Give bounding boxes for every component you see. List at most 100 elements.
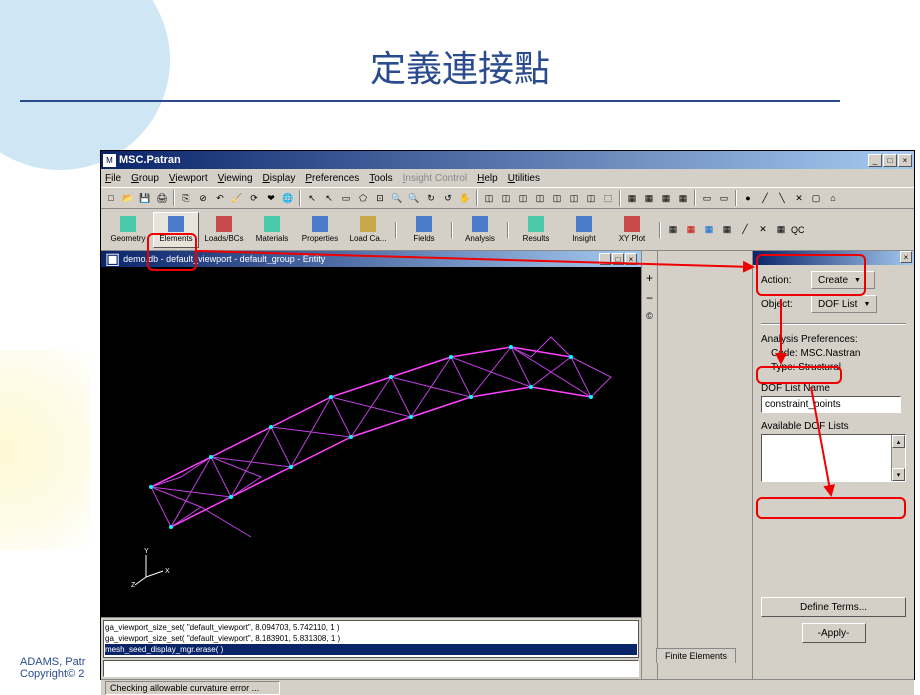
zoom-in-button[interactable]: + [646,271,653,285]
tb-refresh-icon[interactable]: ⟳ [246,190,262,206]
tb-label2-icon[interactable]: ▭ [716,190,732,206]
tb-new-icon[interactable]: □ [103,190,119,206]
xyplot-button[interactable]: XY Plot [609,212,655,248]
close-button[interactable]: × [898,154,912,167]
tb-view7-icon[interactable]: ◫ [583,190,599,206]
tb-wireframe-icon[interactable]: ▦ [624,190,640,206]
tb-home-icon[interactable]: ⌂ [825,190,841,206]
prefs-code: Code: MSC.Nastran [761,347,906,361]
tb-view5-icon[interactable]: ◫ [549,190,565,206]
tb-open-icon[interactable]: 📂 [120,190,136,206]
tb-copy-icon[interactable]: ⎘ [178,190,194,206]
tb-shade2-icon[interactable]: ▦ [675,190,691,206]
tb-cursor-icon[interactable]: ↖ [304,190,320,206]
menu-preferences[interactable]: Preferences [305,173,359,184]
tb-print-icon[interactable]: 🖨 [154,190,170,206]
tb-point-icon[interactable]: ● [740,190,756,206]
menu-display[interactable]: Display [263,173,296,184]
tb-shade-icon[interactable]: ▦ [658,190,674,206]
status-text: Checking allowable curvature error ... [105,681,280,695]
app-window: M MSC.Patran _ □ × File Group Viewport V… [100,150,915,680]
tb-broom-icon[interactable]: 🧹 [229,190,245,206]
tb-heart-icon[interactable]: ❤ [263,190,279,206]
empty-panel-area [657,251,752,679]
tb-label-icon[interactable]: ▭ [699,190,715,206]
tb-undo-icon[interactable]: ↶ [212,190,228,206]
tb-view6-icon[interactable]: ◫ [566,190,582,206]
tb-rotate2-icon[interactable]: ↺ [440,190,456,206]
tb-abort-icon[interactable]: ⊘ [195,190,211,206]
tb-x-icon[interactable]: ✕ [791,190,807,206]
command-input[interactable] [103,660,639,677]
tb-zoomin-icon[interactable]: 🔍 [389,190,405,206]
command-history[interactable]: ga_viewport_size_set( "default_viewport"… [103,620,639,658]
tb-view3-icon[interactable]: ◫ [515,190,531,206]
viewport-canvas[interactable]: X Y Z [101,267,641,617]
tb-line-icon[interactable]: ╱ [757,190,773,206]
tb-globe-icon[interactable]: 🌐 [280,190,296,206]
tb-mesh3-icon[interactable]: ▦ [701,222,717,238]
vp-minimize-button[interactable]: _ [599,253,611,265]
tb-surf-icon[interactable]: ▢ [808,190,824,206]
qc-label: QC [791,225,805,235]
maximize-button[interactable]: □ [883,154,897,167]
zoom-fit-icon[interactable]: © [646,311,653,321]
scroll-up-icon[interactable]: ▴ [892,435,905,448]
tb-hidden-icon[interactable]: ▦ [641,190,657,206]
loadcases-button[interactable]: Load Ca... [345,212,391,248]
tb-view4-icon[interactable]: ◫ [532,190,548,206]
tb-iso-icon[interactable]: ⬚ [600,190,616,206]
minimize-button[interactable]: _ [868,154,882,167]
menu-help[interactable]: Help [477,173,498,184]
scroll-down-icon[interactable]: ▾ [892,468,905,481]
tb-line2-icon[interactable]: ╲ [774,190,790,206]
panel-close-button[interactable]: × [900,251,912,263]
properties-button[interactable]: Properties [297,212,343,248]
insight-button[interactable]: Insight [561,212,607,248]
define-terms-button[interactable]: Define Terms... [761,597,906,617]
available-lists-box[interactable]: ▴ ▾ [761,434,906,482]
zoom-out-button[interactable]: − [646,291,653,305]
menu-group[interactable]: Group [131,173,159,184]
fields-button[interactable]: Fields [401,212,447,248]
tb-view2-icon[interactable]: ◫ [498,190,514,206]
apply-button[interactable]: -Apply- [802,623,866,643]
menu-file[interactable]: File [105,173,121,184]
menu-viewing[interactable]: Viewing [218,173,253,184]
menu-tools[interactable]: Tools [369,173,392,184]
object-dropdown[interactable]: DOF List [811,295,877,313]
tb-mesh4-icon[interactable]: ▦ [719,222,735,238]
menu-viewport[interactable]: Viewport [169,173,208,184]
finite-elements-tab[interactable]: Finite Elements [656,648,736,663]
tb-rect-icon[interactable]: ▭ [338,190,354,206]
tb-mesh7-icon[interactable]: ▦ [773,222,789,238]
tb-mesh5-icon[interactable]: ╱ [737,222,753,238]
tb-mesh6-icon[interactable]: ✕ [755,222,771,238]
zoom-controls: + − © [641,251,657,679]
tb-rotate-icon[interactable]: ↻ [423,190,439,206]
materials-button[interactable]: Materials [249,212,295,248]
tb-poly-icon[interactable]: ⬠ [355,190,371,206]
geometry-button[interactable]: Geometry [105,212,151,248]
app-title: MSC.Patran [119,154,868,166]
tb-mesh2-icon[interactable]: ▦ [683,222,699,238]
tb-zoomfit-icon[interactable]: ⊡ [372,190,388,206]
tb-zoomout-icon[interactable]: 🔍 [406,190,422,206]
tb-view1-icon[interactable]: ◫ [481,190,497,206]
menu-utilities[interactable]: Utilities [508,173,540,184]
tb-mesh1-icon[interactable]: ▦ [665,222,681,238]
tb-save-icon[interactable]: 💾 [137,190,153,206]
tb-cursor2-icon[interactable]: ↖ [321,190,337,206]
results-button[interactable]: Results [513,212,559,248]
vp-maximize-button[interactable]: □ [612,253,624,265]
toolbar-row-1: □ 📂 💾 🖨 ⎘ ⊘ ↶ 🧹 ⟳ ❤ 🌐 ↖ ↖ ▭ ⬠ ⊡ 🔍 🔍 ↻ ↺ … [101,187,914,209]
viewport-icon: ▣ [105,249,120,269]
callout-elements-box [147,233,197,271]
loadsbcs-button[interactable]: Loads/BCs [201,212,247,248]
menu-insight[interactable]: Insight Control [403,173,467,184]
footer-left: ADAMS, Patr Copyright© 2 [20,656,85,680]
vp-close-button[interactable]: × [625,253,637,265]
analysis-button[interactable]: Analysis [457,212,503,248]
tb-pan-icon[interactable]: ✋ [457,190,473,206]
dof-name-input[interactable] [761,396,901,413]
